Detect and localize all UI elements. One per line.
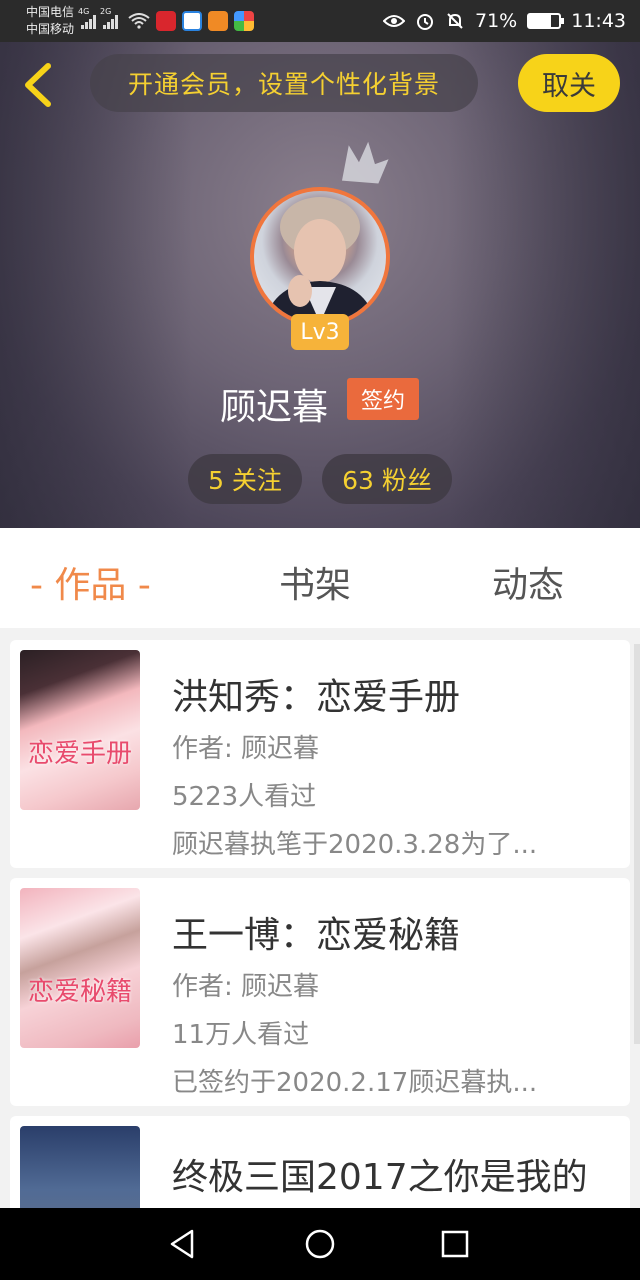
vip-background-promo[interactable]: 开通会员，设置个性化背景 — [90, 54, 478, 112]
signed-author-badge: 签约 — [347, 378, 419, 420]
tab-works[interactable]: - 作品 - — [30, 556, 151, 608]
tab-bookshelf[interactable]: 书架 — [279, 556, 351, 608]
mute-bell-icon — [447, 13, 463, 29]
battery-percent: 71% — [475, 10, 518, 32]
alarm-icon — [417, 14, 433, 30]
book-card[interactable]: 终极三国2017之你是我的 — [10, 1116, 630, 1208]
book-title[interactable]: 王一博：恋爱秘籍 — [172, 906, 460, 958]
scrollbar[interactable] — [634, 644, 640, 1044]
video-app-icon — [208, 11, 229, 31]
following-count[interactable]: 5 关注 — [188, 454, 302, 504]
followers-count[interactable]: 63 粉丝 — [322, 454, 452, 504]
carrier-2: 中国移动 — [26, 22, 75, 36]
app-notification-icon — [234, 11, 255, 31]
book-cover[interactable] — [20, 1126, 140, 1208]
profile-header: 开通会员，设置个性化背景 取关 Lv3 顾迟暮 签约 5 关注 63 粉丝 — [0, 42, 640, 528]
unfollow-button[interactable]: 取关 — [518, 54, 620, 112]
book-card[interactable]: 恋爱手册 洪知秀：恋爱手册 作者: 顾迟暮 5223人看过 顾迟暮执笔于2020… — [10, 640, 630, 868]
book-description: 已签约于2020.2.17顾迟暮执... — [172, 1068, 538, 1098]
book-cover[interactable]: 恋爱秘籍 — [20, 888, 140, 1048]
carrier-labels: 中国电信 中国移动 — [26, 4, 74, 38]
book-title[interactable]: 终极三国2017之你是我的 — [172, 1148, 588, 1200]
username: 顾迟暮 — [220, 387, 329, 428]
eye-icon — [383, 15, 405, 27]
signal-2-icon: 2G — [100, 7, 119, 29]
book-author: 作者: 顾迟暮 — [172, 972, 320, 1002]
book-views: 11万人看过 — [172, 1020, 310, 1050]
level-badge: Lv3 — [291, 314, 349, 350]
carrier-1: 中国电信 — [26, 5, 75, 19]
book-author: 作者: 顾迟暮 — [172, 734, 320, 764]
tab-activity[interactable]: 动态 — [492, 556, 564, 608]
back-arrow-icon[interactable] — [18, 60, 58, 110]
crown-icon — [341, 141, 389, 184]
status-bar: 中国电信 中国移动 4G 2G 71% 11:43 — [0, 0, 640, 42]
nav-recents-icon[interactable] — [437, 1226, 473, 1262]
system-nav-bar — [0, 1208, 640, 1280]
wifi-icon — [128, 13, 150, 29]
nav-back-icon[interactable] — [164, 1226, 200, 1262]
signal-1-icon: 4G — [78, 7, 97, 29]
app-notification-icon — [182, 11, 203, 31]
app-notification-icon — [156, 11, 177, 31]
book-description: 顾迟暮执笔于2020.3.28为了... — [172, 830, 538, 860]
profile-tabs: - 作品 - 书架 动态 — [0, 528, 640, 628]
avatar[interactable] — [250, 187, 390, 327]
book-title[interactable]: 洪知秀：恋爱手册 — [172, 668, 460, 720]
nav-home-icon[interactable] — [302, 1226, 338, 1262]
book-views: 5223人看过 — [172, 782, 317, 812]
clock: 11:43 — [571, 10, 626, 32]
book-cover[interactable]: 恋爱手册 — [20, 650, 140, 810]
works-list: 恋爱手册 洪知秀：恋爱手册 作者: 顾迟暮 5223人看过 顾迟暮执笔于2020… — [0, 628, 640, 1208]
battery-icon — [527, 13, 565, 29]
book-card[interactable]: 恋爱秘籍 王一博：恋爱秘籍 作者: 顾迟暮 11万人看过 已签约于2020.2.… — [10, 878, 630, 1106]
